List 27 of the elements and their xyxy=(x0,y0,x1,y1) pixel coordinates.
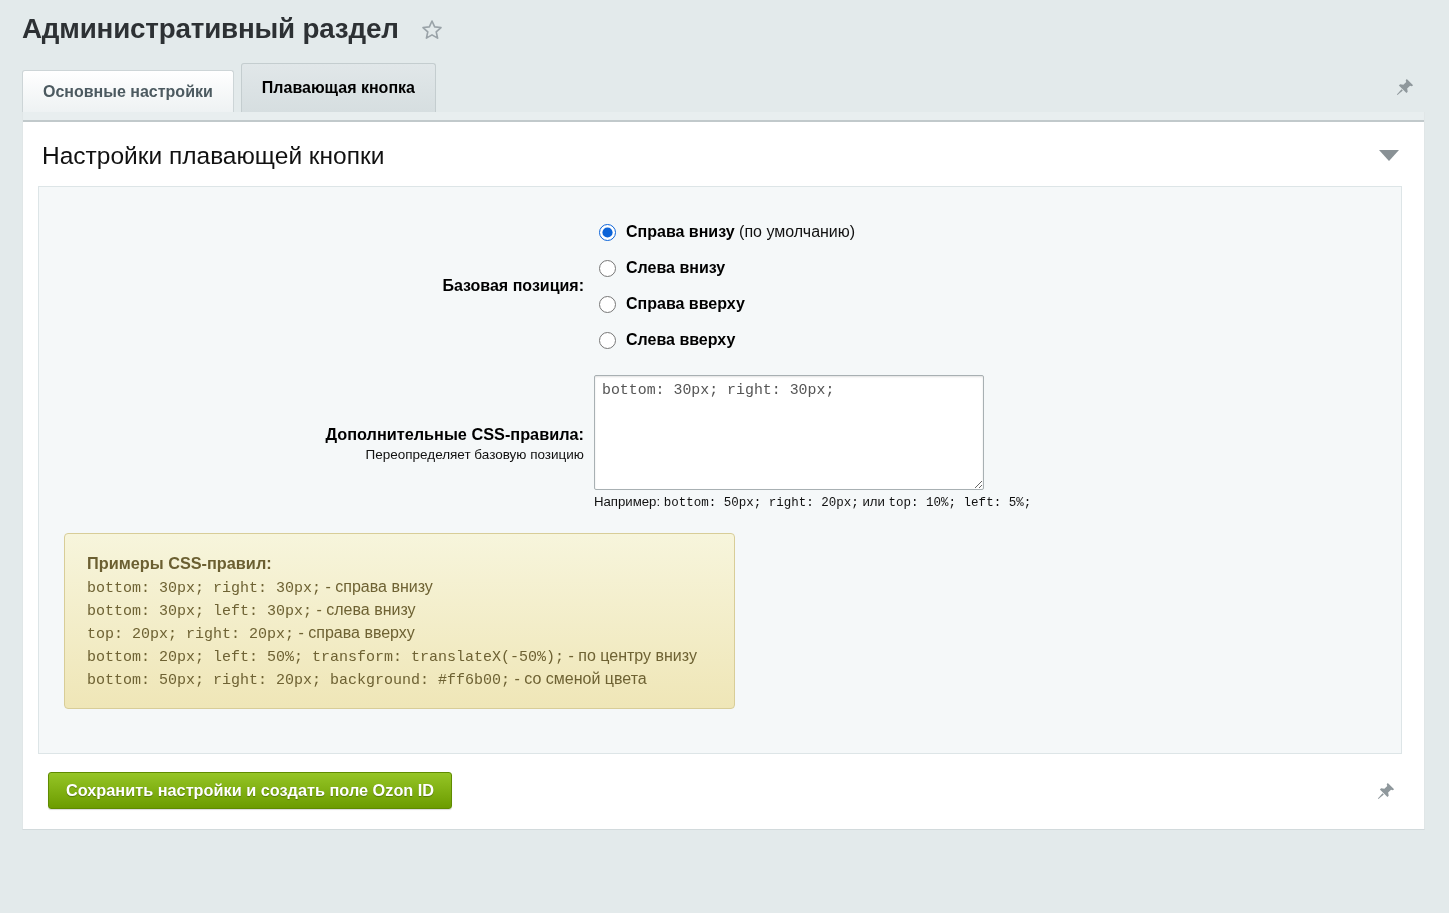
field-label: Дополнительные CSS-правила: xyxy=(325,425,584,444)
star-icon[interactable] xyxy=(420,19,443,41)
radio-label[interactable]: Справа вверху xyxy=(626,295,745,313)
example-line: bottom: 50px; right: 20px; background: #ff6b00; - со сменой цвета xyxy=(87,669,648,690)
field-description: Переопределяет базовую позицию xyxy=(365,447,584,462)
radio-label[interactable]: Слева вверху xyxy=(626,331,736,349)
field-hint: Например: bottom: 50px; right: 20px; или top: 10%; left: 5%; xyxy=(594,494,1032,510)
example-line: top: 20px; right: 20px; - справа вверху xyxy=(87,623,416,644)
tab[interactable]: Основные настройки xyxy=(22,70,234,112)
page-title: Административный раздел xyxy=(22,13,399,45)
caret-icon[interactable] xyxy=(1379,150,1399,161)
css-rules-field[interactable]: bottom: 30px; right: 30px; xyxy=(594,375,984,490)
radio-button[interactable] xyxy=(599,223,616,241)
field-label: Базовая позиция: xyxy=(442,277,584,295)
radio-button[interactable] xyxy=(599,259,616,277)
pin-icon[interactable] xyxy=(1377,781,1395,800)
examples-title: Примеры CSS-правил: xyxy=(87,553,273,574)
example-line: bottom: 30px; right: 30px; - справа внизу xyxy=(87,577,434,598)
section-title: Настройки плавающей кнопки xyxy=(42,141,385,170)
tab[interactable]: Плавающая кнопка xyxy=(240,63,436,112)
pin-icon[interactable] xyxy=(1396,78,1414,96)
radio-label[interactable]: Справа внизу (по умолчанию) xyxy=(626,223,856,241)
radio-button[interactable] xyxy=(599,295,616,313)
example-line: bottom: 20px; left: 50%; transform: translateX(-50%); - по центру внизу xyxy=(87,646,698,667)
radio-label[interactable]: Слева внизу xyxy=(626,259,726,277)
radio-button[interactable] xyxy=(599,331,616,349)
example-line: bottom: 30px; left: 30px; - слева внизу xyxy=(87,600,417,621)
